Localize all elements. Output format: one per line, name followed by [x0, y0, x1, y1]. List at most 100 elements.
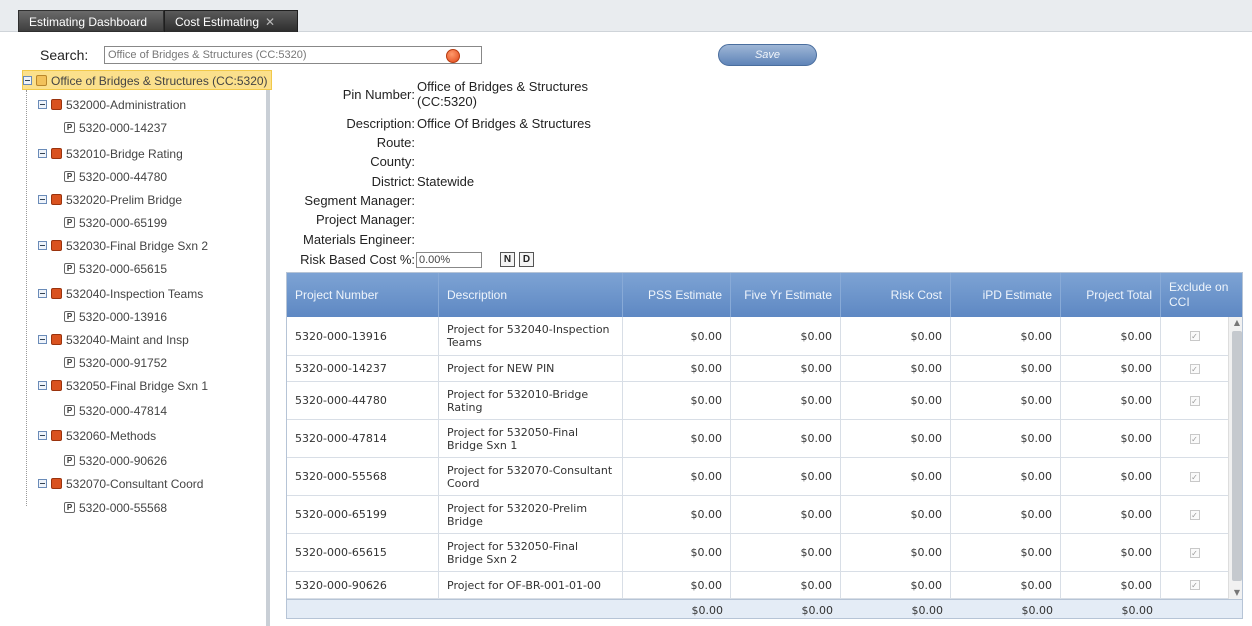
cell-pss-estimate: $0.00 — [623, 534, 731, 571]
tree-pin-label: 5320-000-65615 — [79, 262, 168, 276]
pin-icon: P — [64, 311, 75, 323]
district-row: District: Statewide — [286, 174, 706, 192]
collapse-icon[interactable] — [38, 195, 47, 205]
save-button[interactable]: Save — [718, 44, 817, 66]
bridge-unit-icon — [51, 478, 62, 490]
collapse-icon[interactable] — [38, 149, 47, 159]
tree-pin[interactable]: P 5320-000-65615 — [64, 259, 167, 279]
table-row[interactable]: 5320-000-55568 Project for 532070-Consul… — [287, 458, 1228, 496]
col-description[interactable]: Description — [439, 273, 623, 317]
table-row[interactable]: 5320-000-65615 Project for 532050-Final … — [287, 534, 1228, 572]
pin-number-value-line2: (CC:5320) — [417, 94, 477, 109]
collapse-icon[interactable] — [38, 335, 47, 345]
tree-node[interactable]: 532000-Administration — [38, 95, 186, 115]
grid-scrollbar[interactable]: ▲ ▼ — [1228, 317, 1242, 599]
tree-node[interactable]: 532040-Inspection Teams — [38, 284, 203, 304]
tree-node-label: 532040-Maint and Insp — [66, 333, 189, 347]
tree-node[interactable]: 532040-Maint and Insp — [38, 330, 189, 350]
tree-node-label: 532040-Inspection Teams — [66, 287, 204, 301]
route-row: Route: — [286, 135, 706, 153]
cell-description: Project for 532050-Final Bridge Sxn 2 — [439, 534, 623, 571]
d-button[interactable]: D — [519, 252, 534, 267]
total-risk-cost: $0.00 — [911, 604, 944, 617]
cell-description: Project for NEW PIN — [439, 356, 623, 381]
cell-project-total: $0.00 — [1061, 534, 1161, 571]
exclude-checkbox[interactable]: ✓ — [1189, 547, 1200, 558]
tree-node[interactable]: 532050-Final Bridge Sxn 1 — [38, 376, 208, 396]
tree-node[interactable]: 532010-Bridge Rating — [38, 144, 183, 164]
tree-node-label: 532050-Final Bridge Sxn 1 — [66, 379, 209, 393]
cell-project-number: 5320-000-90626 — [287, 572, 439, 598]
exclude-checkbox[interactable]: ✓ — [1189, 363, 1200, 374]
scroll-thumb[interactable] — [1232, 331, 1242, 581]
scroll-down-icon[interactable]: ▼ — [1229, 587, 1242, 599]
exclude-checkbox[interactable]: ✓ — [1189, 471, 1200, 482]
exclude-checkbox[interactable]: ✓ — [1189, 433, 1200, 444]
col-ipd-estimate[interactable]: iPD Estimate — [951, 273, 1061, 317]
table-row[interactable]: 5320-000-90626 Project for OF-BR-001-01-… — [287, 572, 1228, 599]
cell-description: Project for 532020-Prelim Bridge — [439, 496, 623, 533]
tree-pin[interactable]: P 5320-000-65199 — [64, 213, 167, 233]
tree-pin[interactable]: P 5320-000-55568 — [64, 498, 167, 518]
collapse-icon[interactable] — [23, 76, 32, 86]
exclude-checkbox[interactable]: ✓ — [1189, 395, 1200, 406]
cell-description: Project for 532010-Bridge Rating — [439, 382, 623, 419]
collapse-icon[interactable] — [38, 381, 47, 391]
exclude-checkbox[interactable]: ✓ — [1189, 580, 1200, 590]
tree-pin[interactable]: P 5320-000-13916 — [64, 307, 167, 327]
risk-percent-input[interactable] — [416, 252, 482, 268]
cell-project-number: 5320-000-13916 — [287, 317, 439, 355]
tree-node[interactable]: 532020-Prelim Bridge — [38, 190, 182, 210]
close-icon[interactable]: ✕ — [265, 15, 275, 29]
cell-exclude: ✓ — [1161, 382, 1228, 419]
col-project-number[interactable]: Project Number — [287, 273, 439, 317]
tree-pin[interactable]: P 5320-000-44780 — [64, 167, 167, 187]
description-row: Description: Office Of Bridges & Structu… — [286, 116, 706, 134]
col-exclude-on-cci[interactable]: Exclude on CCI — [1161, 273, 1242, 317]
col-project-total[interactable]: Project Total — [1061, 273, 1161, 317]
materials-engineer-label: Materials Engineer: — [303, 232, 415, 247]
tree-pin[interactable]: P 5320-000-91752 — [64, 353, 167, 373]
cell-pss-estimate: $0.00 — [623, 496, 731, 533]
collapse-icon[interactable] — [38, 431, 47, 441]
cell-description: Project for 532050-Final Bridge Sxn 1 — [439, 420, 623, 457]
col-pss-estimate[interactable]: PSS Estimate — [623, 273, 731, 317]
search-input[interactable] — [104, 46, 482, 64]
collapse-icon[interactable] — [38, 100, 47, 110]
n-button[interactable]: N — [500, 252, 515, 267]
tree-pin[interactable]: P 5320-000-14237 — [64, 118, 167, 138]
col-five-yr-estimate[interactable]: Five Yr Estimate — [731, 273, 841, 317]
collapse-icon[interactable] — [38, 479, 47, 489]
collapse-icon[interactable] — [38, 241, 47, 251]
tree-root[interactable]: Office of Bridges & Structures (CC:5320) — [22, 70, 272, 90]
pin-icon: P — [64, 122, 75, 134]
scroll-up-icon[interactable]: ▲ — [1229, 317, 1242, 329]
tree-pin-label: 5320-000-91752 — [79, 356, 168, 370]
cell-ipd-estimate: $0.00 — [951, 534, 1061, 571]
collapse-icon[interactable] — [38, 289, 47, 299]
tree-node[interactable]: 532060-Methods — [38, 426, 156, 446]
tree-node[interactable]: 532030-Final Bridge Sxn 2 — [38, 236, 208, 256]
cell-pss-estimate: $0.00 — [623, 382, 731, 419]
tree-pin[interactable]: P 5320-000-47814 — [64, 401, 167, 421]
exclude-checkbox[interactable]: ✓ — [1189, 509, 1200, 520]
tab-cost-estimating[interactable]: Cost Estimating ✕ — [164, 10, 298, 32]
pin-icon: P — [64, 455, 75, 467]
table-row[interactable]: 5320-000-65199 Project for 532020-Prelim… — [287, 496, 1228, 534]
tree-pin-label: 5320-000-14237 — [79, 121, 168, 135]
tree-pin[interactable]: P 5320-000-90626 — [64, 451, 167, 471]
table-row[interactable]: 5320-000-44780 Project for 532010-Bridge… — [287, 382, 1228, 420]
tree-node[interactable]: 532070-Consultant Coord — [38, 474, 203, 494]
exclude-checkbox[interactable]: ✓ — [1189, 331, 1200, 341]
table-row[interactable]: 5320-000-47814 Project for 532050-Final … — [287, 420, 1228, 458]
table-row[interactable]: 5320-000-13916 Project for 532040-Inspec… — [287, 317, 1228, 356]
search-go-icon[interactable] — [446, 49, 460, 63]
tab-estimating-dashboard[interactable]: Estimating Dashboard — [18, 10, 164, 32]
cell-project-total: $0.00 — [1061, 420, 1161, 457]
pin-icon: P — [64, 171, 75, 183]
table-row[interactable]: 5320-000-14237 Project for NEW PIN $0.00… — [287, 356, 1228, 382]
tree-node-label: 532030-Final Bridge Sxn 2 — [66, 239, 209, 253]
col-risk-cost[interactable]: Risk Cost — [841, 273, 951, 317]
tree-node-label: 532010-Bridge Rating — [66, 147, 183, 161]
structure-icon — [36, 75, 47, 87]
